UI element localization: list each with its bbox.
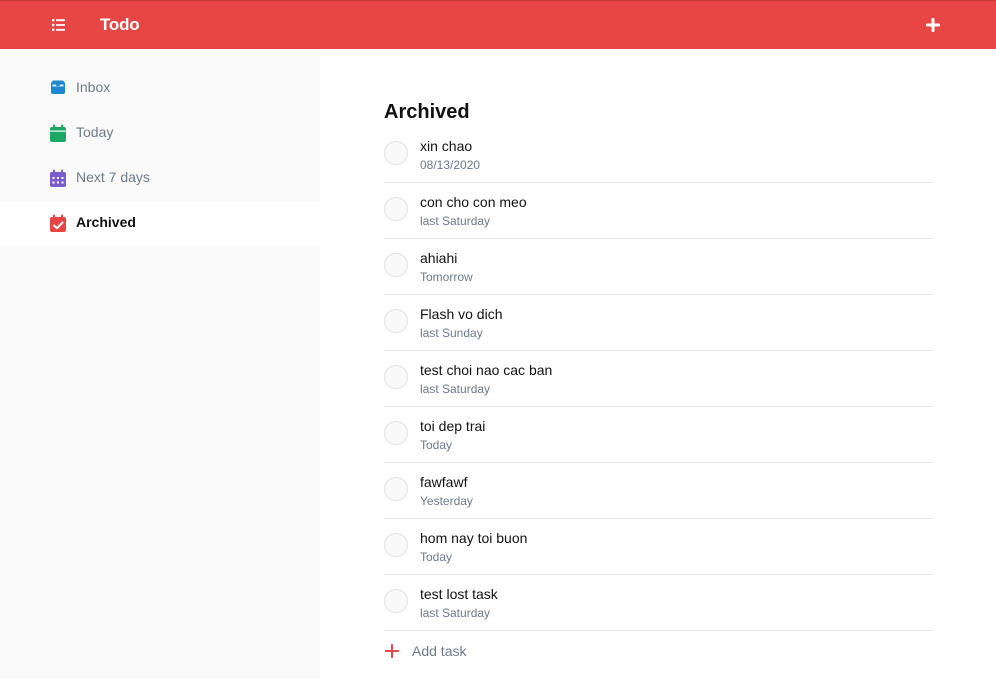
task-date: Tomorrow <box>420 270 473 284</box>
task-title[interactable]: test lost task <box>420 586 498 602</box>
calendar-week-icon <box>50 169 66 187</box>
add-task-button[interactable]: Add task <box>384 639 584 663</box>
list-item: con cho con meo last Saturday <box>384 183 933 239</box>
task-checkbox[interactable] <box>384 533 408 557</box>
task-title[interactable]: Flash vo dich <box>420 306 502 322</box>
task-checkbox[interactable] <box>384 309 408 333</box>
task-checkbox[interactable] <box>384 589 408 613</box>
task-title[interactable]: test choi nao cac ban <box>420 362 552 378</box>
add-button[interactable] <box>920 12 946 38</box>
sidebar-item-inbox[interactable]: Inbox <box>0 66 320 111</box>
list-item: fawfawf Yesterday <box>384 463 933 519</box>
sidebar-item-label: Inbox <box>76 79 111 95</box>
plus-icon <box>385 644 399 658</box>
add-task-label: Add task <box>412 643 467 659</box>
list-item: test lost task last Saturday <box>384 575 933 631</box>
task-checkbox[interactable] <box>384 477 408 501</box>
list-item: xin chao 08/13/2020 <box>384 127 933 183</box>
task-list: xin chao 08/13/2020 con cho con meo last… <box>384 127 933 631</box>
menu-button[interactable] <box>48 13 72 37</box>
main-content: Archived xin chao 08/13/2020 con cho con… <box>320 49 996 679</box>
task-title[interactable]: ahiahi <box>420 250 457 266</box>
task-title[interactable]: toi dep trai <box>420 418 485 434</box>
top-bar: Todo <box>0 0 996 49</box>
list-icon <box>52 19 65 31</box>
task-date: last Sunday <box>420 326 483 340</box>
task-title[interactable]: con cho con meo <box>420 194 527 210</box>
task-checkbox[interactable] <box>384 253 408 277</box>
task-checkbox[interactable] <box>384 141 408 165</box>
task-date: Today <box>420 550 453 564</box>
list-item: ahiahi Tomorrow <box>384 239 933 295</box>
inbox-icon <box>51 80 65 94</box>
calendar-today-icon <box>50 124 66 142</box>
list-item: hom nay toi buon Today <box>384 519 933 575</box>
calendar-check-icon <box>50 214 66 232</box>
task-date: last Saturday <box>420 382 491 396</box>
sidebar-item-today[interactable]: Today <box>0 111 320 156</box>
task-checkbox[interactable] <box>384 197 408 221</box>
sidebar-item-label: Today <box>76 124 114 140</box>
task-date: 08/13/2020 <box>420 158 481 172</box>
task-date: Yesterday <box>420 494 473 508</box>
sidebar-item-label: Next 7 days <box>76 169 150 185</box>
task-title[interactable]: hom nay toi buon <box>420 530 527 546</box>
task-checkbox[interactable] <box>384 365 408 389</box>
list-item: Flash vo dich last Sunday <box>384 295 933 351</box>
task-date: last Saturday <box>420 606 491 620</box>
sidebar-item-label: Archived <box>76 214 136 230</box>
task-title[interactable]: xin chao <box>420 138 472 154</box>
list-item: test choi nao cac ban last Saturday <box>384 351 933 407</box>
task-title[interactable]: fawfawf <box>420 474 467 490</box>
list-item: toi dep trai Today <box>384 407 933 463</box>
sidebar-item-next-7-days[interactable]: Next 7 days <box>0 156 320 201</box>
plus-icon <box>926 18 940 32</box>
task-date: Today <box>420 438 453 452</box>
task-date: last Saturday <box>420 214 491 228</box>
sidebar: Inbox Today Next 7 days Archived <box>0 49 320 679</box>
app-title: Todo <box>100 15 140 34</box>
task-checkbox[interactable] <box>384 421 408 445</box>
sidebar-item-archived[interactable]: Archived <box>0 201 320 246</box>
page-title: Archived <box>384 101 470 123</box>
